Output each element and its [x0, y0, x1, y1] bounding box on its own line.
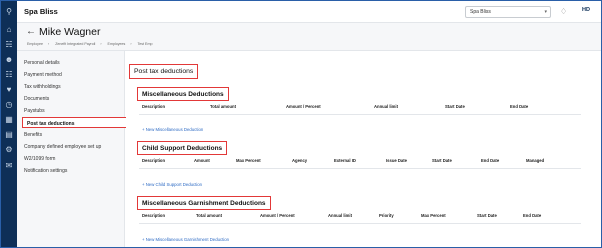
column-header: Managed	[526, 158, 545, 163]
add-misc-deduction-link[interactable]: + New Miscellaneous Deduction	[142, 127, 203, 132]
column-header: Amount / Percent	[260, 213, 295, 218]
sidebar-item-benefits[interactable]: Benefits	[24, 132, 42, 138]
column-header: Start Date	[445, 104, 465, 109]
bell-icon[interactable]: ♢	[560, 7, 567, 16]
calendar-icon[interactable]: ▦	[4, 115, 14, 125]
sidebar-item-payment-method[interactable]: Payment method	[24, 72, 62, 78]
reports-icon[interactable]: ▤	[4, 130, 14, 140]
column-header: Issue Date	[386, 158, 407, 163]
breadcrumb: Employee › Zenefit Integrated Payroll › Em…	[27, 42, 153, 46]
home-icon[interactable]: ⌂	[4, 25, 14, 35]
sidebar-item-w2-1099-form[interactable]: W2/1099 form	[24, 156, 55, 162]
column-header: Description	[142, 213, 166, 218]
column-header: Amount / Percent	[286, 104, 321, 109]
sidebar-item-company-defined-setup[interactable]: Company defined employee set up	[24, 144, 101, 150]
breadcrumb-item[interactable]: Employees	[108, 42, 126, 46]
table-header-misc-deductions: Description Total amount Amount / Percen…	[142, 104, 581, 112]
company-selector-value: Spa Bliss	[470, 9, 491, 15]
page-title: Post tax deductions	[129, 64, 199, 79]
employee-header: ← Mike Wagner Employee › Zenefit Integrat…	[17, 23, 601, 51]
column-header: Max Percent	[421, 213, 446, 218]
sidebar-item-post-tax-deductions[interactable]: Post tax deductions	[22, 117, 134, 128]
column-header: End Date	[481, 158, 500, 163]
sidebar-item-notification-settings[interactable]: Notification settings	[24, 168, 67, 174]
sidebar-item-tax-withholdings[interactable]: Tax withholdings	[24, 84, 61, 90]
search-icon[interactable]: ⚲	[4, 7, 14, 17]
column-header: Total amount	[196, 213, 222, 218]
divider	[139, 168, 581, 169]
column-header: End Date	[510, 104, 529, 109]
main-content: Post tax deductions Miscellaneous Deduct…	[126, 51, 601, 247]
benefits-icon[interactable]: ♥	[4, 85, 14, 95]
company-brand: Spa Bliss	[24, 7, 58, 16]
column-header: Annual limit	[374, 104, 398, 109]
section-title-misc-garnishment: Miscellaneous Garnishment Deductions	[137, 196, 271, 210]
column-header: Max Percent	[236, 158, 261, 163]
sidebar-item-paystubs[interactable]: Paystubs	[24, 108, 45, 114]
org-chart-icon[interactable]: ☵	[4, 40, 14, 50]
arrow-left-icon[interactable]: ←	[26, 26, 36, 37]
employee-name: Mike Wagner	[39, 26, 101, 38]
people-icon[interactable]: ☻	[4, 55, 14, 65]
user-avatar[interactable]: HD	[582, 7, 590, 13]
column-header: Description	[142, 104, 166, 109]
top-bar: Spa Bliss Spa Bliss ▾ ♢ HD	[17, 1, 601, 23]
breadcrumb-item[interactable]: Zenefit Integrated Payroll	[55, 42, 95, 46]
app-window: ⚲ ⌂ ☵ ☻ ☷ ♥ ◷ ▦ ▤ ⚙ ✉ Spa Bliss Spa Blis…	[0, 0, 602, 248]
chevron-down-icon: ▾	[544, 9, 547, 15]
column-header: External ID	[334, 158, 356, 163]
column-header: Annual limit	[328, 213, 352, 218]
divider	[139, 114, 581, 115]
divider	[139, 223, 581, 224]
time-icon[interactable]: ◷	[4, 100, 14, 110]
company-selector[interactable]: Spa Bliss ▾	[465, 6, 551, 18]
section-title-child-support: Child Support Deductions	[137, 141, 228, 155]
column-header: Total amount	[210, 104, 236, 109]
settings-icon[interactable]: ⚙	[4, 145, 14, 155]
column-header: End Date	[523, 213, 542, 218]
add-child-support-link[interactable]: + New Child Support Deduction	[142, 182, 202, 187]
add-misc-garnishment-link[interactable]: + New Miscellaneous Garnishment Deductio…	[142, 237, 229, 242]
section-title-misc-deductions: Miscellaneous Deductions	[137, 87, 229, 101]
sidebar-item-personal-details[interactable]: Personal details	[24, 60, 60, 66]
breadcrumb-item: Test Emp	[137, 42, 153, 46]
table-header-child-support: Description Amount Max Percent Agency Ex…	[142, 158, 581, 166]
left-icon-rail: ⚲ ⌂ ☵ ☻ ☷ ♥ ◷ ▦ ▤ ⚙ ✉	[1, 1, 17, 247]
column-header: Start Date	[477, 213, 497, 218]
column-header: Amount	[194, 158, 210, 163]
table-header-misc-garnishment: Description Total amount Amount / Percen…	[142, 213, 581, 221]
employee-sidebar: Personal details Payment method Tax with…	[17, 51, 134, 247]
breadcrumb-item[interactable]: Employee	[27, 42, 43, 46]
column-header: Start Date	[432, 158, 452, 163]
sidebar-item-documents[interactable]: Documents	[24, 96, 49, 102]
chat-icon[interactable]: ✉	[4, 161, 14, 171]
column-header: Agency	[292, 158, 308, 163]
column-header: Description	[142, 158, 166, 163]
column-header: Priority	[379, 213, 394, 218]
payroll-icon[interactable]: ☷	[4, 70, 14, 80]
